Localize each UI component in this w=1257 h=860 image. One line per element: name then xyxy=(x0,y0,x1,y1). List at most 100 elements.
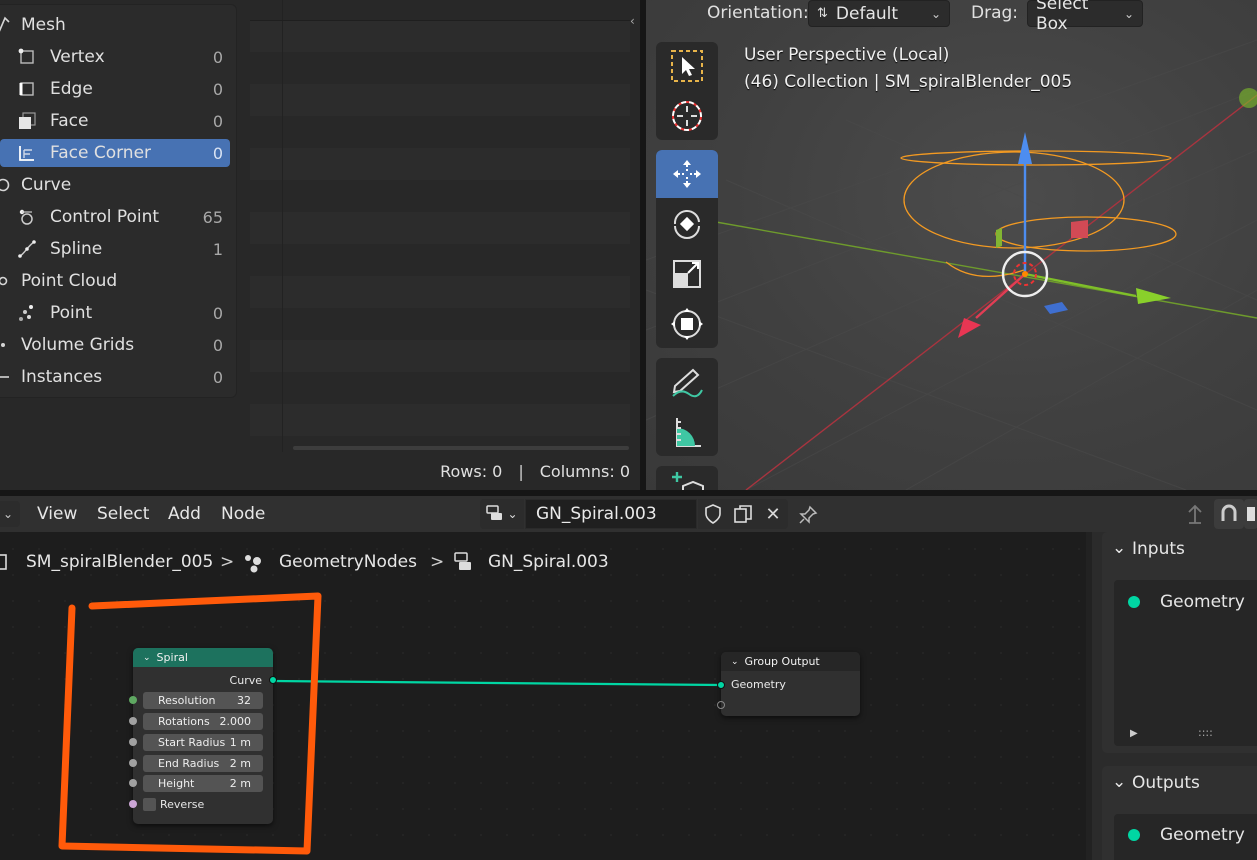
group-output-header[interactable]: ⌄ Group Output xyxy=(721,652,860,671)
empty-input-socket[interactable] xyxy=(717,701,725,709)
spreadsheet-status: Rows: 0 | Columns: 0 xyxy=(440,462,630,481)
instances-icon xyxy=(0,367,13,387)
grid-row xyxy=(250,372,630,404)
transform-icon xyxy=(671,308,703,340)
tool-group xyxy=(656,358,718,456)
drag-value: Select Box xyxy=(1036,0,1089,34)
volume-icon xyxy=(0,335,13,355)
edge-icon xyxy=(17,79,37,99)
move-tool[interactable] xyxy=(656,150,718,198)
annotate-tool[interactable] xyxy=(656,358,718,406)
grid-row xyxy=(250,20,630,52)
tree-item-count: 0 xyxy=(212,367,223,387)
geometry-input-label: Geometry xyxy=(731,678,786,691)
chevron-down-icon: ⌄ xyxy=(930,6,941,21)
face-icon xyxy=(17,111,37,131)
node-editor[interactable]: ⌄ View Select Add Node ⌄ GN_Spiral.003 ✕ xyxy=(0,496,1257,860)
cursor-tool[interactable] xyxy=(656,92,718,140)
tree-item-face[interactable]: Face 0 xyxy=(0,107,230,135)
domain-tree: Mesh Vertex 0 Edge 0 Face 0 Face Corner … xyxy=(0,4,237,398)
tree-item-count: 0 xyxy=(212,111,223,131)
3d-viewport[interactable]: Orientation: ⇅ Default ⌄ Drag: Select Bo… xyxy=(646,0,1257,490)
tree-item-count: 0 xyxy=(212,303,223,323)
add-cube-tool[interactable] xyxy=(656,466,718,490)
tree-item-label: Edge xyxy=(50,79,93,99)
grid-row xyxy=(250,52,630,84)
orientation-value: Default xyxy=(835,3,899,24)
scale-icon xyxy=(673,260,701,288)
snap-toggle[interactable] xyxy=(1214,499,1244,529)
tree-item-count: 0 xyxy=(212,143,223,163)
tree-item-label: Instances xyxy=(21,367,103,387)
spreadsheet-editor: ‹ Mesh Vertex 0 Edge 0 Face 0 Face Corne… xyxy=(0,0,640,490)
inputs-panel-title[interactable]: Inputs xyxy=(1132,539,1185,559)
perspective-label: User Perspective (Local) xyxy=(744,45,950,65)
grid-header-divider xyxy=(250,20,630,21)
geometry-input-socket[interactable] xyxy=(717,681,725,689)
tree-item-curve[interactable]: Curve xyxy=(0,171,230,199)
snap-icon xyxy=(1247,507,1255,521)
tree-item-edge[interactable]: Edge 0 xyxy=(0,75,230,103)
output-socket-item[interactable]: Geometry xyxy=(1128,825,1245,845)
transform-tool[interactable] xyxy=(656,300,718,348)
orientation-label: Orientation: xyxy=(707,3,809,23)
tree-item-label: Point xyxy=(50,303,93,323)
tree-item-point-cloud[interactable]: Point Cloud xyxy=(0,267,230,295)
grid-row xyxy=(250,404,630,436)
highlight-annotation xyxy=(58,592,322,855)
geometry-socket-icon xyxy=(1128,829,1140,841)
tree-item-count: 1 xyxy=(212,239,223,259)
tree-item-label: Point Cloud xyxy=(21,271,118,291)
grid-row xyxy=(250,180,630,212)
status-separator: | xyxy=(518,462,524,481)
grid-column-divider xyxy=(282,0,283,452)
viewport-header: Orientation: ⇅ Default ⌄ Drag: Select Bo… xyxy=(646,0,1257,34)
horizontal-scrollbar[interactable] xyxy=(293,446,629,450)
add-cube-icon xyxy=(672,472,704,490)
grid-row xyxy=(250,212,630,244)
point-cloud-icon xyxy=(0,271,13,291)
tree-item-mesh[interactable]: Mesh xyxy=(0,11,230,39)
scale-tool[interactable] xyxy=(656,250,718,298)
input-socket-item[interactable]: Geometry xyxy=(1128,592,1245,612)
list-resize-grip[interactable]: :::: xyxy=(1198,726,1213,739)
move-icon xyxy=(673,160,701,188)
parent-node-tree-button[interactable] xyxy=(1180,499,1210,529)
inputs-list: Geometry ▶ :::: xyxy=(1114,580,1257,746)
select-box-tool[interactable] xyxy=(656,42,718,90)
tree-item-face-corner[interactable]: Face Corner 0 xyxy=(0,139,230,167)
rows-count: Rows: 0 xyxy=(440,462,503,481)
blender-window: ‹ Mesh Vertex 0 Edge 0 Face 0 Face Corne… xyxy=(0,0,1257,860)
outputs-list: Geometry xyxy=(1114,814,1257,860)
tree-item-instances[interactable]: Instances 0 xyxy=(0,363,230,391)
measure-icon xyxy=(676,418,701,447)
play-icon[interactable]: ▶ xyxy=(1130,728,1138,739)
grid-row xyxy=(250,148,630,180)
socket-name: Geometry xyxy=(1160,592,1245,612)
chevron-down-icon[interactable]: ⌄ xyxy=(1112,538,1126,558)
outputs-panel: ⌄ Outputs Geometry xyxy=(1102,766,1257,860)
rotate-icon xyxy=(673,210,700,239)
snap-options[interactable] xyxy=(1244,499,1257,529)
rotate-tool[interactable] xyxy=(656,200,718,248)
measure-tool[interactable] xyxy=(656,408,718,456)
tree-item-label: Spline xyxy=(50,239,103,259)
group-output-node[interactable]: ⌄ Group Output Geometry xyxy=(717,652,860,716)
tree-item-count: 0 xyxy=(212,47,223,67)
tree-item-spline[interactable]: Spline 1 xyxy=(0,235,230,263)
grid-row xyxy=(250,276,630,308)
tree-item-label: Curve xyxy=(21,175,72,195)
drag-dropdown[interactable]: Select Box ⌄ xyxy=(1027,0,1143,34)
orientation-dropdown[interactable]: ⇅ Default ⌄ xyxy=(808,0,950,27)
tree-item-volume-grids[interactable]: Volume Grids 0 xyxy=(0,331,230,359)
grid-row xyxy=(250,308,630,340)
tree-item-point[interactable]: Point 0 xyxy=(0,299,230,327)
tree-item-control-point[interactable]: Control Point 65 xyxy=(0,203,230,231)
outputs-panel-title[interactable]: Outputs xyxy=(1132,773,1200,793)
group-output-title: Group Output xyxy=(744,655,820,668)
tree-item-count: 0 xyxy=(212,79,223,99)
chevron-down-icon[interactable]: ⌄ xyxy=(1112,772,1126,792)
columns-count: Columns: 0 xyxy=(539,462,630,481)
tree-item-vertex[interactable]: Vertex 0 xyxy=(0,43,230,71)
chevron-down-icon: ⌄ xyxy=(731,656,739,667)
